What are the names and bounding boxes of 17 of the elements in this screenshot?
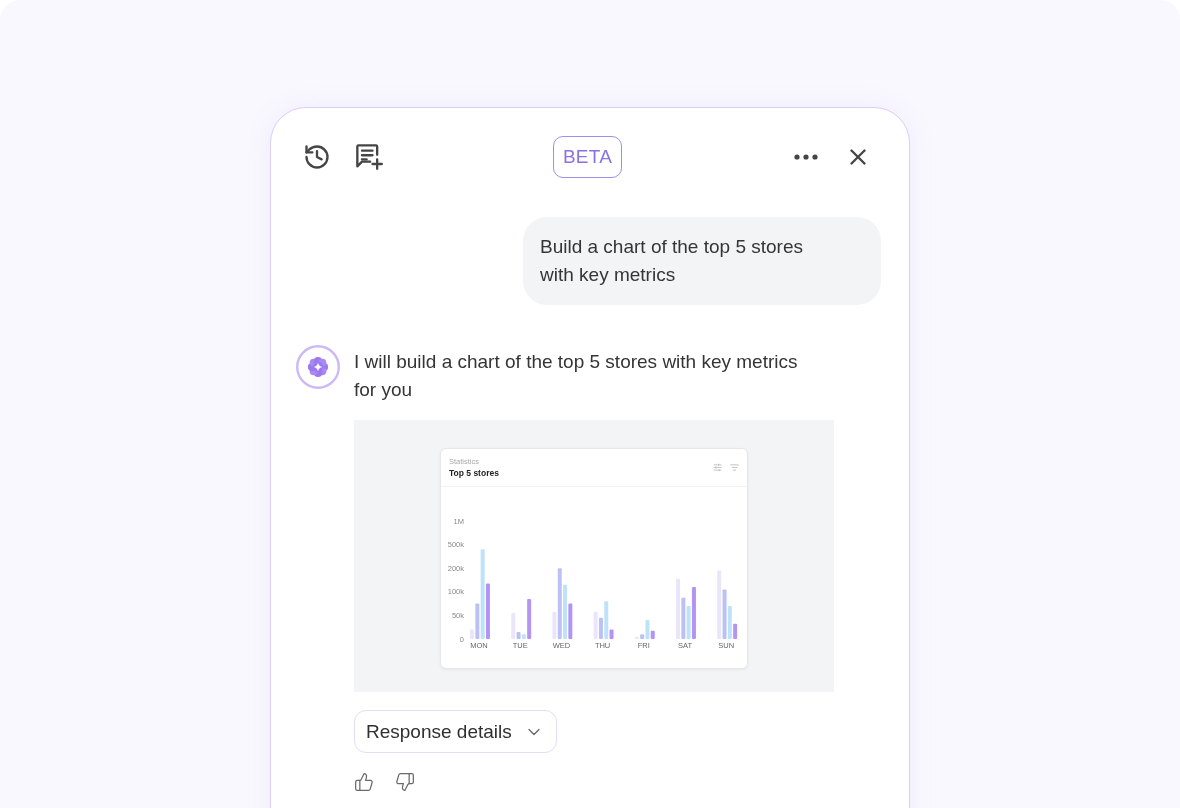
response-details-button[interactable]: Response details bbox=[354, 710, 557, 753]
thumbs-down-button[interactable] bbox=[395, 772, 415, 792]
sliders-icon bbox=[713, 463, 722, 472]
filter-icon bbox=[730, 463, 739, 472]
thumbs-up-icon bbox=[354, 772, 374, 792]
history-button[interactable] bbox=[302, 142, 332, 172]
beta-badge: BETA bbox=[553, 136, 622, 178]
new-chat-button[interactable] bbox=[354, 142, 384, 172]
chart-title: Top 5 stores bbox=[449, 468, 499, 478]
thumbs-up-button[interactable] bbox=[354, 772, 374, 792]
more-icon bbox=[794, 154, 818, 160]
user-message: Build a chart of the top 5 stores with key metrics bbox=[523, 217, 881, 305]
history-icon bbox=[303, 143, 331, 171]
flower-avatar-icon bbox=[296, 345, 340, 389]
assistant-message: I will build a chart of the top 5 stores with key metrics for you bbox=[354, 350, 799, 402]
new-chat-icon bbox=[355, 143, 383, 171]
thumbs-down-icon bbox=[395, 772, 415, 792]
